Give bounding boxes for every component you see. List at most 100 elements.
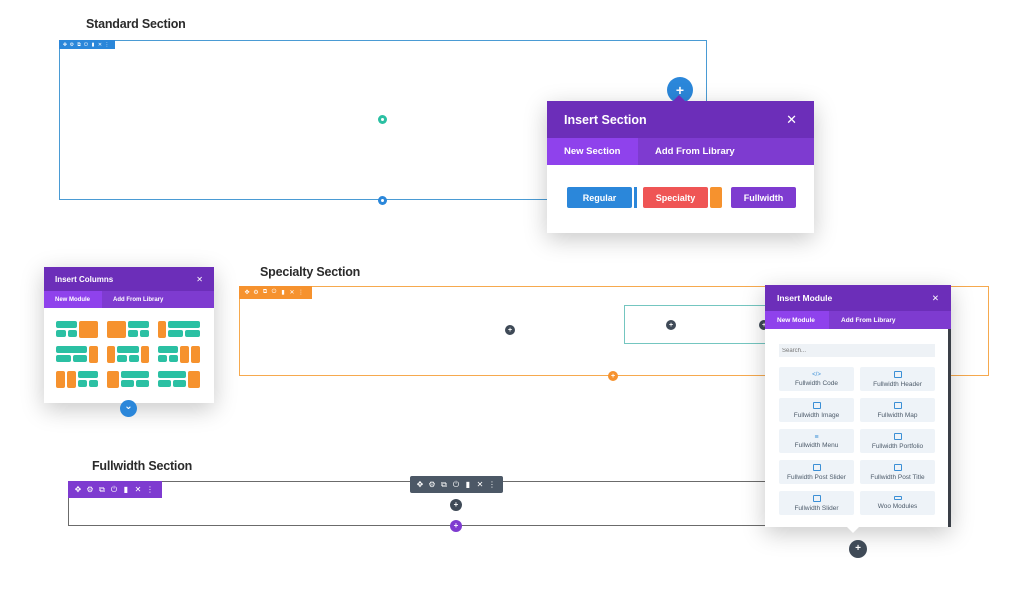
module-label: Fullwidth Image — [793, 411, 840, 419]
trash-icon[interactable]: ▮ — [90, 42, 96, 48]
tab-new-module[interactable]: New Module — [44, 291, 102, 308]
fullwidth-module-toolbar: ✥ ⚙ ⧉ ⏻ ▮ ✕ ⋮ — [410, 476, 503, 493]
trash-icon[interactable]: ▮ — [279, 289, 287, 296]
module-label: Fullwidth Portfolio — [871, 442, 924, 450]
column-layout-option[interactable] — [56, 371, 98, 388]
trash-icon[interactable]: ▮ — [121, 485, 131, 494]
tab-new-module[interactable]: New Module — [765, 311, 829, 329]
power-icon[interactable]: ⏻ — [83, 42, 89, 48]
module-label: Fullwidth Post Title — [870, 473, 925, 481]
plus-icon: + — [507, 326, 513, 334]
add-module-button[interactable]: + — [505, 325, 515, 335]
insert-module-modal: Insert Module ✕ New Module Add From Libr… — [765, 285, 951, 533]
add-module-button[interactable]: + — [450, 499, 462, 511]
fullwidth-section-button[interactable]: Fullwidth — [731, 187, 796, 208]
modal-header: Insert Module ✕ — [765, 285, 951, 311]
gear-icon[interactable]: ⚙ — [69, 42, 75, 48]
column-layouts-grid — [56, 321, 200, 388]
add-section-button[interactable]: + — [450, 520, 462, 532]
more-icon[interactable]: ⋮ — [145, 485, 155, 494]
gear-icon[interactable]: ⚙ — [85, 485, 95, 494]
column-layout-option[interactable] — [107, 346, 149, 363]
trash-icon[interactable]: ▮ — [463, 480, 473, 489]
search-input[interactable] — [779, 344, 935, 357]
button-label: Regular — [582, 192, 617, 203]
move-icon[interactable]: ✥ — [243, 289, 251, 296]
specialty-section-button[interactable]: Specialty — [643, 187, 708, 208]
slider-icon — [812, 494, 821, 502]
more-icon[interactable]: ⋮ — [297, 289, 305, 296]
plus-icon: + — [855, 543, 861, 554]
columns-modal-chevron-button[interactable]: ⌄ — [120, 400, 137, 417]
column-layout-option[interactable] — [56, 346, 98, 363]
add-module-button[interactable]: + — [666, 320, 676, 330]
plus-icon — [381, 199, 384, 202]
specialty-section-toolbar: ✥ ⚙ ⧉ ⏻ ▮ ✕ ⋮ — [239, 286, 312, 299]
column-layout-option[interactable] — [107, 371, 149, 388]
add-module-trigger-button[interactable]: + — [849, 540, 867, 558]
module-label: Woo Modules — [877, 503, 918, 510]
module-fullwidth-header[interactable]: Fullwidth Header — [860, 367, 935, 391]
duplicate-icon[interactable]: ⧉ — [261, 289, 269, 296]
modal-pointer — [847, 527, 859, 533]
column-layout-option[interactable] — [158, 346, 200, 363]
module-fullwidth-image[interactable]: Fullwidth Image — [779, 398, 854, 422]
module-fullwidth-portfolio[interactable]: Fullwidth Portfolio — [860, 429, 935, 453]
fullwidth-section-title: Fullwidth Section — [92, 459, 193, 473]
specialty-accent — [710, 187, 722, 208]
modal-scrollbar[interactable] — [948, 329, 951, 527]
power-icon[interactable]: ⏻ — [451, 480, 461, 490]
tab-new-section[interactable]: New Section — [547, 138, 638, 165]
tab-label: Add From Library — [655, 146, 735, 157]
tab-add-from-library[interactable]: Add From Library — [829, 311, 908, 329]
module-fullwidth-slider[interactable]: Fullwidth Slider — [779, 491, 854, 515]
button-label: Specialty — [655, 192, 696, 203]
close-icon[interactable]: ✕ — [196, 275, 203, 284]
modal-tabs: New Module Add From Library — [765, 311, 951, 329]
close-icon[interactable]: ✕ — [97, 42, 103, 48]
duplicate-icon[interactable]: ⧉ — [97, 485, 107, 495]
close-icon[interactable]: ✕ — [133, 485, 143, 494]
button-label: Fullwidth — [743, 192, 784, 203]
duplicate-icon[interactable]: ⧉ — [76, 42, 82, 48]
post-title-icon — [893, 463, 902, 471]
modal-header: Insert Columns ✕ — [44, 267, 214, 291]
move-icon[interactable]: ✥ — [415, 480, 425, 489]
add-section-button[interactable] — [378, 196, 387, 205]
tab-add-from-library[interactable]: Add From Library — [638, 138, 752, 165]
modal-title: Insert Columns — [55, 274, 114, 284]
tab-add-from-library[interactable]: Add From Library — [102, 291, 174, 308]
close-icon[interactable]: ✕ — [475, 480, 485, 489]
plus-icon: + — [610, 372, 616, 380]
duplicate-icon[interactable]: ⧉ — [439, 480, 449, 490]
module-woo-modules[interactable]: Woo Modules — [860, 491, 935, 515]
module-fullwidth-post-slider[interactable]: Fullwidth Post Slider — [779, 460, 854, 484]
gear-icon[interactable]: ⚙ — [252, 289, 260, 296]
column-layout-option[interactable] — [158, 371, 200, 388]
close-icon[interactable]: ✕ — [786, 112, 797, 128]
move-icon[interactable]: ✥ — [62, 42, 68, 48]
close-icon[interactable]: ✕ — [288, 289, 296, 296]
module-label: Fullwidth Slider — [794, 504, 839, 512]
add-row-button[interactable] — [378, 115, 387, 124]
module-fullwidth-code[interactable]: </> Fullwidth Code — [779, 367, 854, 391]
column-layout-option[interactable] — [158, 321, 200, 338]
modal-header: Insert Section ✕ — [547, 101, 814, 138]
column-layout-option[interactable] — [56, 321, 98, 338]
more-icon[interactable]: ⋮ — [487, 480, 497, 489]
add-section-button[interactable]: + — [608, 371, 618, 381]
power-icon[interactable]: ⏻ — [270, 289, 278, 296]
power-icon[interactable]: ⏻ — [109, 485, 119, 495]
specialty-inner-row[interactable] — [624, 305, 769, 344]
regular-accent — [634, 187, 637, 208]
module-fullwidth-map[interactable]: Fullwidth Map — [860, 398, 935, 422]
column-layout-option[interactable] — [107, 321, 149, 338]
close-icon[interactable]: ✕ — [932, 293, 939, 304]
more-icon[interactable]: ⋮ — [104, 42, 110, 48]
module-fullwidth-menu[interactable]: ≡ Fullwidth Menu — [779, 429, 854, 453]
regular-section-button[interactable]: Regular — [567, 187, 632, 208]
module-list: </> Fullwidth Code Fullwidth Header Full… — [779, 367, 935, 515]
gear-icon[interactable]: ⚙ — [427, 480, 437, 489]
module-fullwidth-post-title[interactable]: Fullwidth Post Title — [860, 460, 935, 484]
move-icon[interactable]: ✥ — [73, 485, 83, 494]
